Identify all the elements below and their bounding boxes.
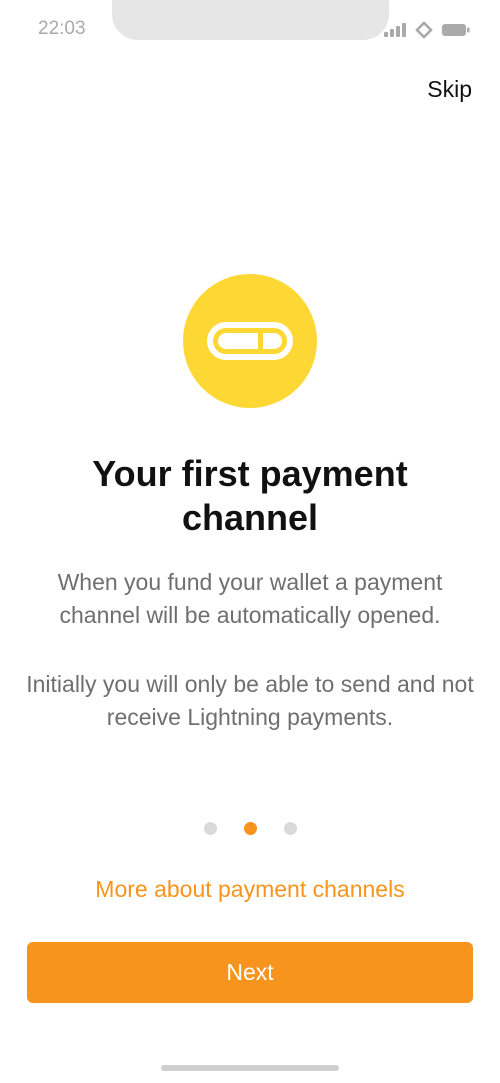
signal-icon	[384, 23, 406, 37]
home-indicator[interactable]	[161, 1065, 339, 1071]
illustration-circle	[183, 274, 317, 408]
pagination-dot[interactable]	[203, 822, 217, 835]
pagination-dot[interactable]	[283, 822, 297, 835]
wifi-icon	[415, 21, 433, 39]
status-icons	[384, 20, 470, 40]
pagination-dots	[0, 822, 500, 835]
page-title: Your first payment channel	[92, 453, 408, 538]
battery-icon	[442, 24, 470, 36]
payment-channel-icon	[207, 322, 293, 360]
skip-button[interactable]: Skip	[427, 76, 472, 103]
status-bar: 22:03	[0, 0, 500, 60]
description-paragraph-2: Initially you will only be able to send …	[26, 671, 474, 730]
next-button[interactable]: Next	[27, 942, 473, 1003]
more-about-channels-link[interactable]: More about payment channels	[0, 876, 500, 903]
status-time: 22:03	[38, 18, 86, 39]
pagination-dot-active[interactable]	[243, 822, 257, 835]
device-notch	[112, 0, 389, 40]
description-paragraph-1: When you fund your wallet a payment chan…	[57, 569, 443, 628]
